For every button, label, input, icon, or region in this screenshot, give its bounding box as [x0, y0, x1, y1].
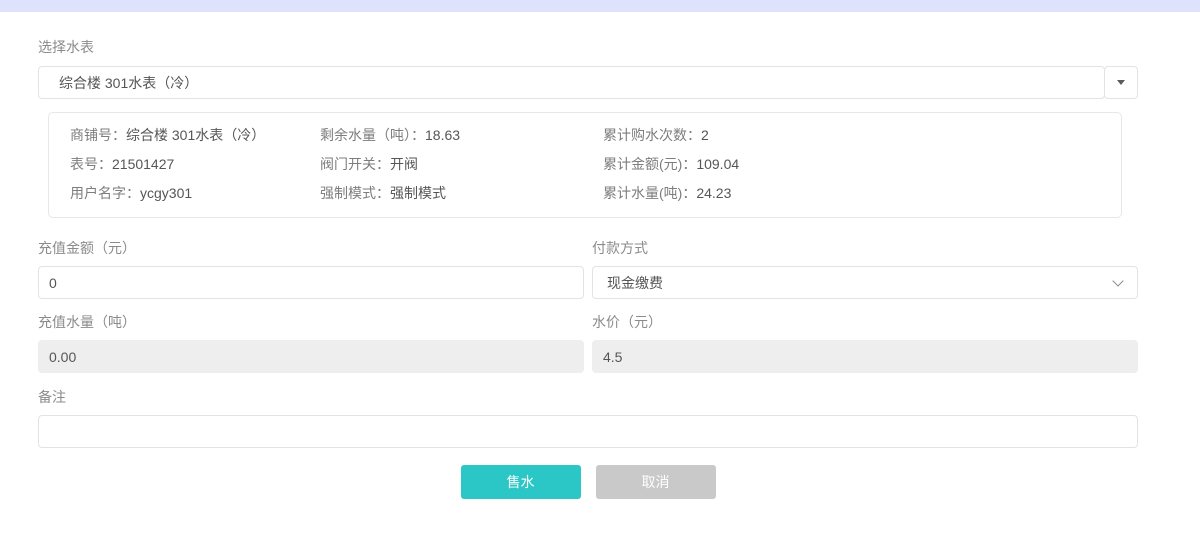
recharge-amount-input[interactable] — [38, 266, 584, 299]
meter-select-dropdown-button[interactable] — [1104, 66, 1138, 99]
recharge-volume-input — [38, 340, 584, 373]
info-item-purchase-count: 累计购水次数：2 — [603, 121, 1111, 150]
info-item-total-amount: 累计金额(元)：109.04 — [603, 150, 1111, 179]
info-item-meter-no: 表号：21501427 — [70, 150, 320, 179]
meter-select-label: 选择水表 — [38, 40, 1138, 54]
volume-price-row: 充值水量（吨） 水价（元） — [38, 315, 1138, 373]
caret-down-icon — [1117, 80, 1125, 85]
meter-info-panel: 商铺号：综合楼 301水表（冷） 表号：21501427 用户名字：ycgy30… — [48, 112, 1122, 218]
payment-method-field-group: 付款方式 现金缴费 — [592, 241, 1138, 299]
info-item-force-mode: 强制模式：强制模式 — [320, 179, 603, 208]
cancel-button[interactable]: 取消 — [596, 465, 716, 499]
info-item-username: 用户名字：ycgy301 — [70, 179, 320, 208]
meter-info-col-1: 商铺号：综合楼 301水表（冷） 表号：21501427 用户名字：ycgy30… — [70, 121, 320, 208]
info-item-remaining-water: 剩余水量（吨）：18.63 — [320, 121, 603, 150]
info-item-total-water: 累计水量(吨)：24.23 — [603, 179, 1111, 208]
sell-water-form: 选择水表 综合楼 301水表（冷） 商铺号：综合楼 301水表（冷） 表号：21… — [0, 40, 1200, 499]
recharge-amount-field-group: 充值金额（元） — [38, 241, 584, 299]
info-item-shop: 商铺号：综合楼 301水表（冷） — [70, 121, 320, 150]
water-price-field-group: 水价（元） — [592, 315, 1138, 373]
recharge-volume-field-group: 充值水量（吨） — [38, 315, 584, 373]
payment-method-select-wrap: 现金缴费 — [592, 266, 1138, 299]
recharge-amount-label: 充值金额（元） — [38, 241, 584, 255]
water-price-label: 水价（元） — [592, 315, 1138, 329]
action-buttons: 售水 取消 — [38, 465, 1138, 499]
remark-input[interactable] — [38, 415, 1138, 448]
water-price-input — [592, 340, 1138, 373]
payment-method-label: 付款方式 — [592, 241, 1138, 255]
amount-payment-row: 充值金额（元） 付款方式 现金缴费 — [38, 241, 1138, 299]
sell-water-button[interactable]: 售水 — [461, 465, 581, 499]
meter-info-col-2: 剩余水量（吨）：18.63 阀门开关：开阀 强制模式：强制模式 — [320, 121, 603, 208]
topbar — [0, 0, 1200, 12]
meter-info-col-3: 累计购水次数：2 累计金额(元)：109.04 累计水量(吨)：24.23 — [603, 121, 1111, 208]
meter-select[interactable]: 综合楼 301水表（冷） — [38, 66, 1138, 99]
recharge-volume-label: 充值水量（吨） — [38, 315, 584, 329]
info-item-valve-state: 阀门开关：开阀 — [320, 150, 603, 179]
payment-method-select[interactable]: 现金缴费 — [592, 266, 1138, 299]
remark-label: 备注 — [38, 390, 1138, 404]
meter-select-value[interactable]: 综合楼 301水表（冷） — [38, 66, 1105, 99]
